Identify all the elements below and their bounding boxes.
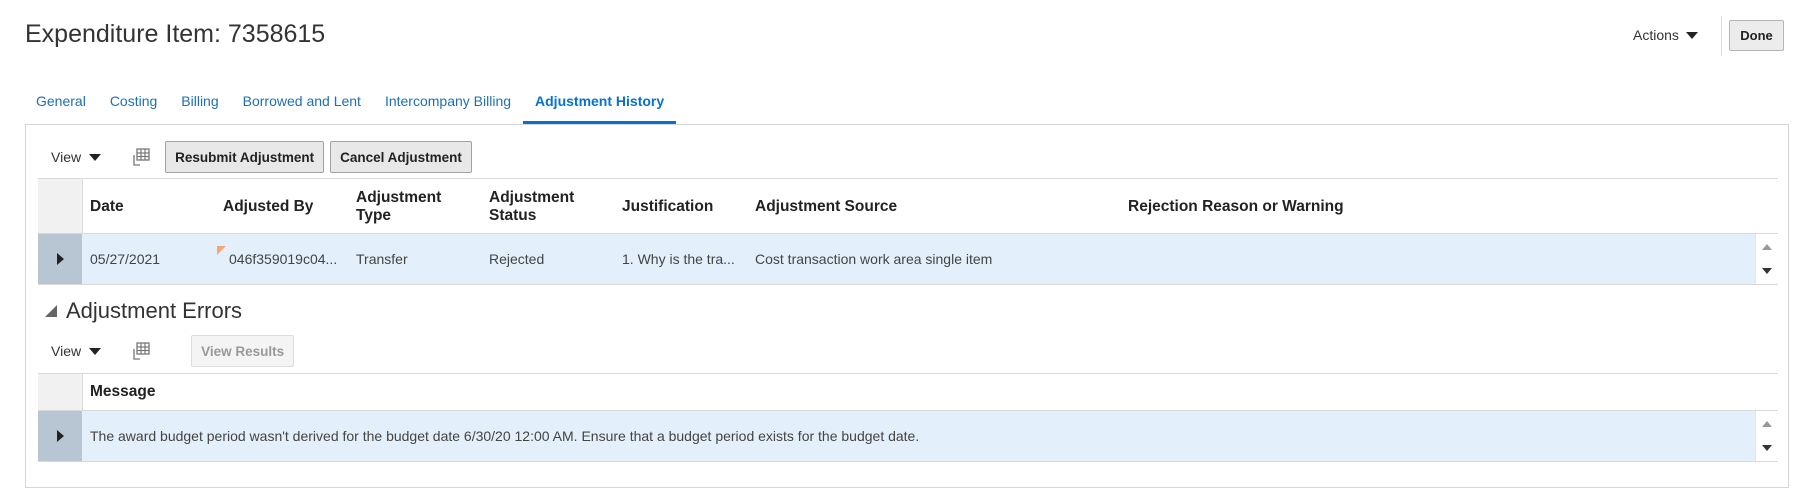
- cell-adjustment-source: Cost transaction work area single item: [755, 251, 993, 267]
- adjustment-errors-table: Message The award budget period wasn't d…: [38, 373, 1778, 462]
- scroll-up-icon[interactable]: [1762, 421, 1772, 427]
- table-header-row: Message: [38, 373, 1778, 411]
- col-rejection-reason[interactable]: Rejection Reason or Warning: [1128, 198, 1344, 216]
- errors-toolbar: View View Results: [51, 334, 300, 368]
- actions-menu[interactable]: Actions: [1633, 27, 1698, 43]
- header-corner: [38, 374, 83, 410]
- done-button[interactable]: Done: [1729, 20, 1784, 51]
- resubmit-adjustment-button[interactable]: Resubmit Adjustment: [165, 141, 325, 173]
- col-adjustment-type-line2: Type: [356, 207, 392, 224]
- actions-label: Actions: [1633, 27, 1679, 43]
- tab-intercompany-billing[interactable]: Intercompany Billing: [373, 88, 523, 119]
- cell-message: The award budget period wasn't derived f…: [90, 428, 920, 444]
- scroll-down-icon[interactable]: [1762, 268, 1772, 274]
- page-title: Expenditure Item: 7358615: [25, 20, 326, 48]
- col-adjusted-by[interactable]: Adjusted By: [223, 198, 313, 216]
- cell-adjustment-type: Transfer: [356, 251, 408, 267]
- cell-justification[interactable]: 1. Why is the tra...: [622, 251, 747, 267]
- view-results-button[interactable]: View Results: [191, 335, 295, 367]
- errors-table-scrollbar[interactable]: [1755, 411, 1778, 461]
- chevron-down-icon: [1685, 31, 1698, 39]
- row-expand-toggle[interactable]: [38, 234, 82, 284]
- cell-date: 05/27/2021: [90, 251, 161, 267]
- table-row[interactable]: 05/27/2021 046f359019c04... Transfer Rej…: [38, 234, 1778, 285]
- adjustment-errors-header: Adjustment Errors: [45, 298, 242, 324]
- cell-adjusted-by[interactable]: 046f359019c04...: [229, 251, 347, 267]
- chevron-down-icon: [89, 347, 102, 355]
- col-adjustment-status-line2: Status: [489, 207, 537, 224]
- expand-row-icon: [56, 430, 64, 442]
- tab-billing[interactable]: Billing: [169, 88, 230, 119]
- tab-adjustment-history[interactable]: Adjustment History: [523, 88, 677, 124]
- chevron-down-icon: [89, 153, 102, 161]
- history-table-scrollbar[interactable]: [1755, 234, 1778, 284]
- scroll-down-icon[interactable]: [1762, 445, 1772, 451]
- history-toolbar: View Resubmit Adjustment Cancel Adjustme…: [51, 140, 478, 174]
- header-corner: [38, 179, 83, 233]
- row-expand-toggle[interactable]: [38, 411, 82, 461]
- section-title: Adjustment Errors: [66, 298, 243, 323]
- col-date[interactable]: Date: [90, 198, 124, 216]
- expand-row-icon: [56, 253, 64, 265]
- detach-table-icon[interactable]: [131, 341, 151, 361]
- col-adjustment-source[interactable]: Adjustment Source: [755, 198, 897, 216]
- history-view-menu[interactable]: View: [51, 149, 102, 165]
- view-label: View: [51, 343, 82, 359]
- tab-borrowed-and-lent[interactable]: Borrowed and Lent: [231, 88, 373, 119]
- errors-view-menu[interactable]: View: [51, 343, 102, 359]
- cell-adjustment-status: Rejected: [489, 251, 545, 267]
- col-adjustment-status[interactable]: Adjustment Status: [489, 189, 574, 225]
- table-row[interactable]: The award budget period wasn't derived f…: [38, 411, 1778, 462]
- cancel-adjustment-button[interactable]: Cancel Adjustment: [330, 141, 472, 173]
- col-adjustment-type-line1: Adjustment: [356, 189, 442, 206]
- note-flag-icon: [217, 246, 226, 255]
- col-message[interactable]: Message: [90, 383, 155, 401]
- adjustment-history-table: Date Adjusted By Adjustment Type Adjustm…: [38, 178, 1778, 285]
- col-adjustment-status-line1: Adjustment: [489, 189, 575, 206]
- col-adjustment-type[interactable]: Adjustment Type: [356, 189, 441, 225]
- col-justification[interactable]: Justification: [622, 198, 713, 216]
- view-label: View: [51, 149, 82, 165]
- tab-general[interactable]: General: [24, 88, 98, 119]
- detach-table-icon[interactable]: [131, 147, 151, 167]
- header-divider: [1721, 16, 1722, 56]
- tab-bar: General Costing Billing Borrowed and Len…: [24, 88, 677, 124]
- table-header-row: Date Adjusted By Adjustment Type Adjustm…: [38, 178, 1778, 234]
- collapse-section-icon[interactable]: [45, 305, 57, 317]
- tab-costing[interactable]: Costing: [98, 88, 169, 119]
- scroll-up-icon[interactable]: [1762, 244, 1772, 250]
